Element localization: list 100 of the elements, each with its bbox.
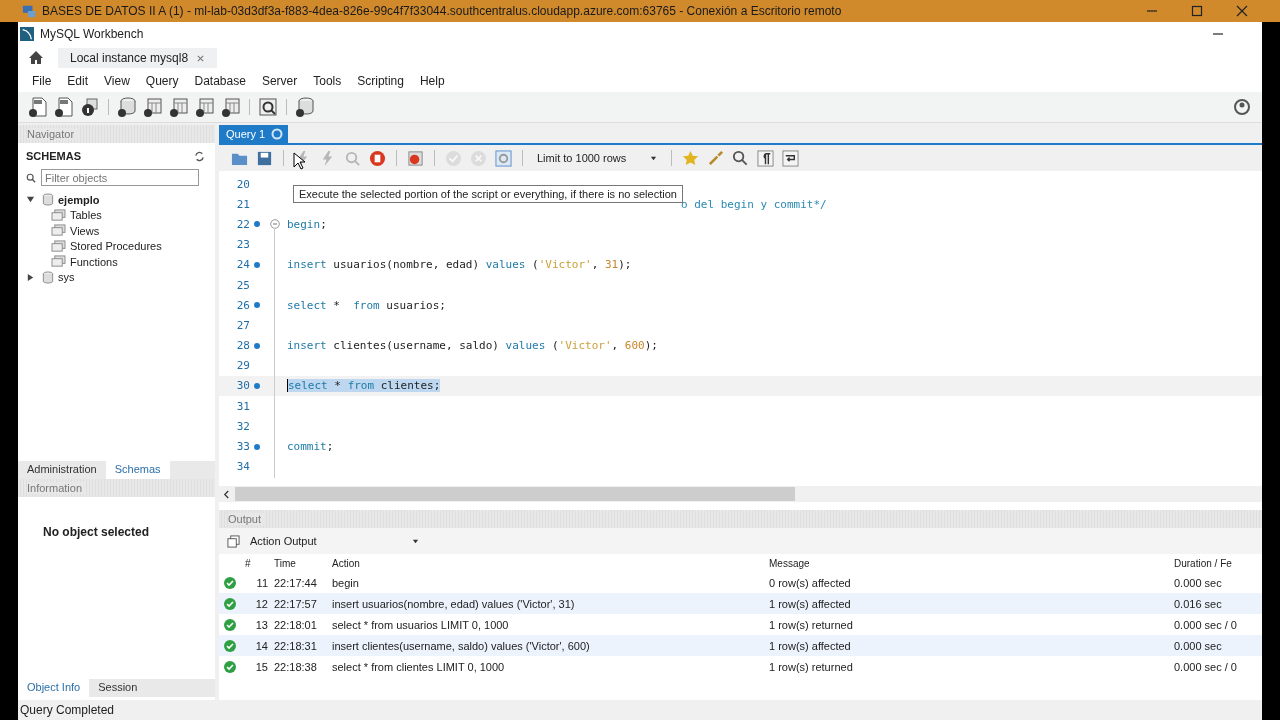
wrap-icon[interactable] (782, 149, 800, 167)
panel-tab[interactable]: Object Info (18, 679, 90, 697)
schema-item[interactable]: ejemplo (58, 193, 100, 206)
maximize-icon[interactable] (1191, 5, 1203, 17)
column-header[interactable]: # (241, 557, 268, 569)
table-cell-text: 14 (254, 639, 268, 652)
scroll-left-icon[interactable] (223, 489, 230, 499)
line-number: 28 (235, 339, 250, 353)
table-cell-text: 0 row(s) affected (769, 576, 852, 589)
home-icon[interactable] (28, 50, 44, 66)
sql-file-icon[interactable] (28, 97, 48, 117)
caret-icon[interactable] (411, 537, 419, 545)
routine-icon[interactable] (195, 97, 215, 117)
panel-header: Output (219, 510, 1262, 528)
function-icon[interactable] (221, 97, 241, 117)
search-icon[interactable] (732, 149, 750, 167)
line-number: 32 (235, 419, 250, 433)
table-cell-text: 1 row(s) affected (769, 639, 852, 652)
column-header[interactable]: Time (268, 557, 332, 569)
brush-icon[interactable] (707, 149, 725, 167)
expand-toggle-icon[interactable] (26, 195, 35, 205)
error-icon[interactable] (407, 149, 424, 167)
connection-tab[interactable]: Local instance mysql8 (58, 48, 218, 68)
database-icon[interactable] (295, 97, 315, 117)
schema-item[interactable]: sys (58, 271, 75, 284)
info-message: No object selected (43, 525, 150, 539)
line-number: 33 (235, 440, 250, 454)
window-title: BASES DE DATOS II A (1) - ml-lab-03d3df3a-f883-4dea-826e-99c4f7f33044.southcentralus.cloudapp.azure.com:63765 - Conexión a Escritorio remoto (42, 4, 842, 18)
tree-item[interactable]: Tables (70, 209, 102, 222)
table-cell-text: insert usuarios(nombre, edad) values ('Victor', 31) (332, 597, 576, 610)
scrollbar-thumb[interactable] (235, 487, 795, 501)
cursor-icon (293, 152, 305, 170)
menu-item[interactable]: Scripting (349, 72, 412, 90)
table-cell-text: 0.000 sec / 0 (1174, 618, 1238, 631)
tree-item[interactable]: Functions (70, 255, 118, 268)
menu-item[interactable]: Query (137, 72, 187, 90)
database-icon (42, 193, 54, 207)
save-icon[interactable] (256, 149, 273, 167)
query-tab[interactable]: Query 1 (219, 125, 289, 143)
close-icon[interactable] (196, 53, 206, 63)
statement-dot-icon (253, 261, 260, 268)
output-mode-dropdown[interactable]: Action Output (250, 535, 419, 547)
refresh-icon[interactable] (194, 150, 205, 162)
limit-dropdown[interactable]: Limit to 1000 rows (533, 152, 662, 164)
app-title: MySQL Workbench (40, 27, 144, 41)
filter-field[interactable]: Filter objects (41, 169, 199, 186)
database-icon (42, 270, 54, 284)
fold-icon[interactable] (270, 219, 280, 230)
view-icon[interactable] (169, 97, 189, 117)
menu-item[interactable]: Edit (59, 72, 97, 90)
table-cell-text: 13 (254, 618, 268, 631)
inspect-icon[interactable] (258, 97, 278, 117)
expand-toggle-icon[interactable] (26, 272, 35, 282)
caret-icon[interactable] (650, 154, 658, 162)
code-line: insert clientes(username, saldo) values ('Victor', 600); (287, 339, 658, 353)
paragraph-icon[interactable] (757, 149, 775, 167)
menu-item[interactable]: Server (253, 72, 306, 90)
line-number: 30 (235, 379, 250, 393)
menu-item[interactable]: Database (186, 72, 254, 90)
column-header[interactable]: Action (332, 557, 769, 569)
line-number: 21 (235, 197, 250, 211)
toggle-icon[interactable] (495, 149, 512, 167)
line-number: 23 (235, 238, 250, 252)
menu-item[interactable]: Help (411, 72, 453, 90)
star-icon[interactable] (682, 149, 700, 167)
column-header[interactable]: Message (769, 557, 1174, 569)
panel-tab[interactable]: Session (89, 679, 147, 697)
circle-icon[interactable] (271, 128, 284, 140)
folder-icon (51, 255, 66, 269)
menu-item[interactable]: Tools (305, 72, 350, 90)
menu-item[interactable]: View (96, 72, 138, 90)
copy-icon[interactable] (227, 534, 240, 548)
tree-item[interactable]: Stored Procedures (70, 240, 162, 253)
table-cell-text: 0.000 sec (1174, 576, 1223, 589)
table-cell-text: 22:17:44 (273, 576, 318, 589)
line-number: 27 (235, 318, 250, 332)
tree-item[interactable]: Views (70, 224, 100, 237)
code-line: insert usuarios(nombre, edad) values ('Victor', 31); (287, 258, 632, 272)
menu-item[interactable]: File (24, 72, 60, 90)
table-cell-text: 1 row(s) affected (769, 597, 852, 610)
sql-file-icon[interactable] (54, 97, 74, 117)
database-icon[interactable] (117, 97, 137, 117)
table-cell-text: begin (332, 576, 360, 589)
panel-tab[interactable]: Administration (18, 461, 106, 479)
info-icon[interactable] (80, 97, 100, 117)
line-number: 26 (235, 298, 250, 312)
statement-dot-icon (253, 443, 260, 450)
line-number: 22 (235, 217, 250, 231)
panel-tab[interactable]: Schemas (105, 461, 170, 479)
column-header[interactable]: Duration / Fe (1174, 557, 1262, 569)
settings-icon[interactable] (1232, 97, 1252, 117)
stop-icon[interactable] (369, 149, 386, 167)
table-cell-text: select * from usuarios LIMIT 0, 1000 (332, 618, 510, 631)
table-cell-text: 12 (254, 597, 268, 610)
table-icon[interactable] (143, 97, 163, 117)
table-cell-text: 15 (254, 660, 268, 673)
close-icon[interactable] (1236, 5, 1248, 17)
folder-icon (51, 208, 66, 222)
line-number: 29 (235, 359, 250, 373)
line-number: 24 (235, 258, 250, 272)
